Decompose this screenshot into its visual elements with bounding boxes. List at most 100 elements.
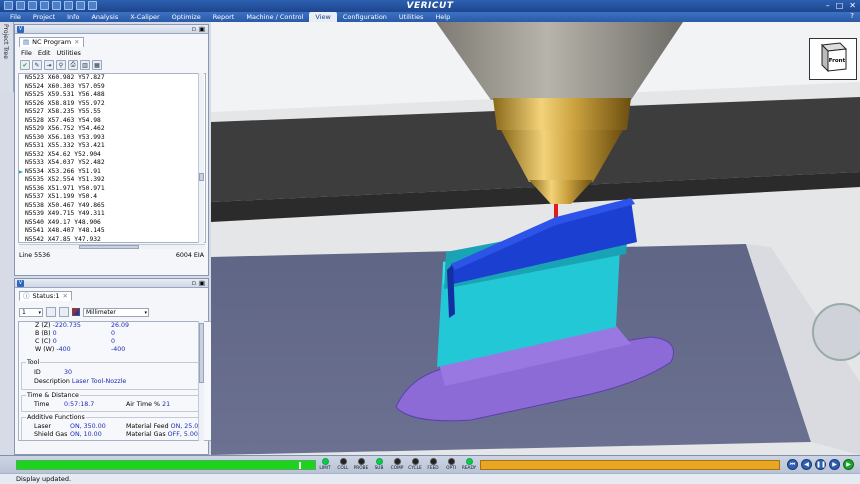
edit-icon[interactable]: ✎ xyxy=(32,60,42,70)
led-sub: SUB xyxy=(372,458,386,471)
menu-view[interactable]: View xyxy=(309,12,337,22)
project-tree-tab[interactable]: Project Tree xyxy=(0,22,14,92)
nc-menu-utilities[interactable]: Utilities xyxy=(56,49,80,57)
status-toolbar: 1 Millimeter xyxy=(19,307,149,317)
print-icon[interactable]: ⎙ xyxy=(68,60,78,70)
close-tab-icon[interactable]: ✕ xyxy=(74,38,79,47)
nc-line[interactable]: N5528 X57.463 Y54.98 xyxy=(19,117,205,126)
close-button[interactable]: ✕ xyxy=(849,0,856,12)
nc-line[interactable]: N5527 X58.235 Y55.55 xyxy=(19,108,205,117)
check-icon[interactable]: ✔ xyxy=(20,60,30,70)
nc-line[interactable]: N5532 X54.62 Y52.904 xyxy=(19,151,205,160)
nc-line[interactable]: N5539 X49.715 Y49.311 xyxy=(19,210,205,219)
3d-viewport[interactable]: Front xyxy=(211,22,860,455)
nc-line[interactable]: N5529 X56.752 Y54.462 xyxy=(19,125,205,134)
status-panel: V ▫ ▣ ⓘ Status:1 ✕ 1 Millimeter Z (Z) -2… xyxy=(14,278,214,455)
maximize-button[interactable]: □ xyxy=(836,0,844,12)
simulation-progress-marker xyxy=(299,462,301,469)
menu-utilities[interactable]: Utilities xyxy=(393,12,429,22)
nc-line[interactable]: N5526 X58.819 Y55.972 xyxy=(19,100,205,109)
pin-icon[interactable]: ▫ xyxy=(191,279,195,287)
nc-line[interactable]: N5537 X51.199 Y50.4 xyxy=(19,193,205,202)
axis-c: C (C) 0 xyxy=(35,338,57,345)
status-selector[interactable]: 1 xyxy=(19,307,43,317)
tab-nc-program[interactable]: ▤ NC Program ✕ xyxy=(19,37,84,47)
nc-line[interactable]: N5540 X49.17 Y48.906 xyxy=(19,219,205,228)
menu-info[interactable]: Info xyxy=(61,12,85,22)
columns-icon[interactable] xyxy=(59,307,69,317)
nc-current-line[interactable]: N5534 X53.266 Y51.91 xyxy=(19,168,205,177)
menu-help[interactable]: Help xyxy=(429,12,456,22)
nc-line[interactable]: N5530 X56.103 Y53.993 xyxy=(19,134,205,143)
laser-value: ON, 350.00 xyxy=(70,423,106,430)
step-back-button[interactable]: ◀ xyxy=(801,459,812,470)
play-button[interactable]: ▶ xyxy=(843,459,854,470)
menu-report[interactable]: Report xyxy=(207,12,241,22)
minimize-button[interactable]: – xyxy=(826,0,830,12)
step-button[interactable]: ▶ xyxy=(829,459,840,470)
float-icon[interactable]: ▣ xyxy=(199,25,205,33)
pause-button[interactable]: ❚❚ xyxy=(815,459,826,470)
menu-analysis[interactable]: Analysis xyxy=(85,12,124,22)
view-orientation-cube[interactable]: Front xyxy=(809,38,857,80)
menu-project[interactable]: Project xyxy=(27,12,61,22)
simulation-progress-bar[interactable] xyxy=(16,460,316,470)
simulation-control-bar: LIMIT COLL PROBE SUB COMP CYCLE FEED OPTI READY … xyxy=(0,455,860,473)
menu-file[interactable]: File xyxy=(4,12,27,22)
find-icon[interactable]: ⚲ xyxy=(56,60,66,70)
led-indicator xyxy=(429,458,437,465)
menu-x-caliper[interactable]: X-Caliper xyxy=(124,12,165,22)
pin-icon[interactable]: ▫ xyxy=(191,25,195,33)
playback-controls: ⏮ ◀ ❚❚ ▶ ▶ xyxy=(787,459,854,470)
tool-group: Tool ID 30 Description Laser Tool-Nozzle xyxy=(21,359,203,390)
led-indicator xyxy=(375,458,383,465)
nc-menu-edit[interactable]: Edit xyxy=(38,49,51,57)
nc-line[interactable]: N5536 X51.971 Y50.971 xyxy=(19,185,205,194)
nc-horizontal-scrollbar[interactable] xyxy=(19,244,205,249)
nc-line[interactable]: N5538 X50.467 Y49.865 xyxy=(19,202,205,211)
nc-program-listing[interactable]: N5523 X60.982 Y57.827 N5524 X60.303 Y57.0… xyxy=(18,73,206,243)
close-tab-icon[interactable]: ✕ xyxy=(63,292,68,301)
export-icon[interactable]: ⇥ xyxy=(44,60,54,70)
led-label: READY xyxy=(461,466,477,471)
tool-description: Description Laser Tool-Nozzle xyxy=(34,378,127,385)
layout-icon[interactable]: ▦ xyxy=(92,60,102,70)
material-gas: Material Gas OFF, 5.00 xyxy=(126,431,198,438)
led-label: FEED xyxy=(427,466,439,471)
led-cycle: CYCLE xyxy=(408,458,422,471)
nc-line[interactable]: N5524 X60.303 Y57.059 xyxy=(19,83,205,92)
menu-optimize[interactable]: Optimize xyxy=(166,12,207,22)
menu-configuration[interactable]: Configuration xyxy=(337,12,393,22)
nc-line[interactable]: N5535 X52.554 Y51.392 xyxy=(19,176,205,185)
axis-b-2: 0 xyxy=(111,330,116,337)
time-label: Time xyxy=(34,401,50,408)
status-vertical-scrollbar[interactable] xyxy=(198,321,204,441)
nc-hscroll-thumb[interactable] xyxy=(79,245,139,249)
nc-scroll-thumb[interactable] xyxy=(199,173,204,181)
split-view-icon[interactable]: ▥ xyxy=(80,60,90,70)
operation-progress-bar[interactable] xyxy=(480,460,780,470)
status-panel-header: V ▫ ▣ xyxy=(15,279,208,288)
nc-line[interactable]: N5533 X54.037 Y52.482 xyxy=(19,159,205,168)
nc-line[interactable]: N5531 X55.332 Y53.421 xyxy=(19,142,205,151)
units-dropdown[interactable]: Millimeter xyxy=(83,307,149,317)
status-scroll-thumb[interactable] xyxy=(199,323,204,383)
tab-status[interactable]: ⓘ Status:1 ✕ xyxy=(19,291,72,301)
led-limit: LIMIT xyxy=(318,458,332,471)
nc-line[interactable]: N5525 X59.531 Y56.488 xyxy=(19,91,205,100)
reset-button[interactable]: ⏮ xyxy=(787,459,798,470)
list-icon[interactable] xyxy=(46,307,56,317)
nc-line[interactable]: N5541 X48.407 Y48.145 xyxy=(19,227,205,236)
menu-machine-control[interactable]: Machine / Control xyxy=(240,12,309,22)
float-icon[interactable]: ▣ xyxy=(199,279,205,287)
tool-id: ID xyxy=(34,369,41,376)
nc-toolbar: ✔ ✎ ⇥ ⚲ ⎙ ▥ ▦ xyxy=(20,60,102,70)
laser-label: Laser xyxy=(34,423,52,430)
help-icon[interactable]: ? xyxy=(850,12,854,20)
nc-line[interactable]: N5523 X60.982 Y57.827 xyxy=(19,74,205,83)
nc-line[interactable]: N5542 X47.85 Y47.932 xyxy=(19,236,205,243)
nc-vertical-scrollbar[interactable] xyxy=(198,73,204,243)
nc-menu-file[interactable]: File xyxy=(21,49,32,57)
axis-w-2: -400 xyxy=(111,346,126,353)
color-swatch-icon[interactable] xyxy=(72,308,80,316)
